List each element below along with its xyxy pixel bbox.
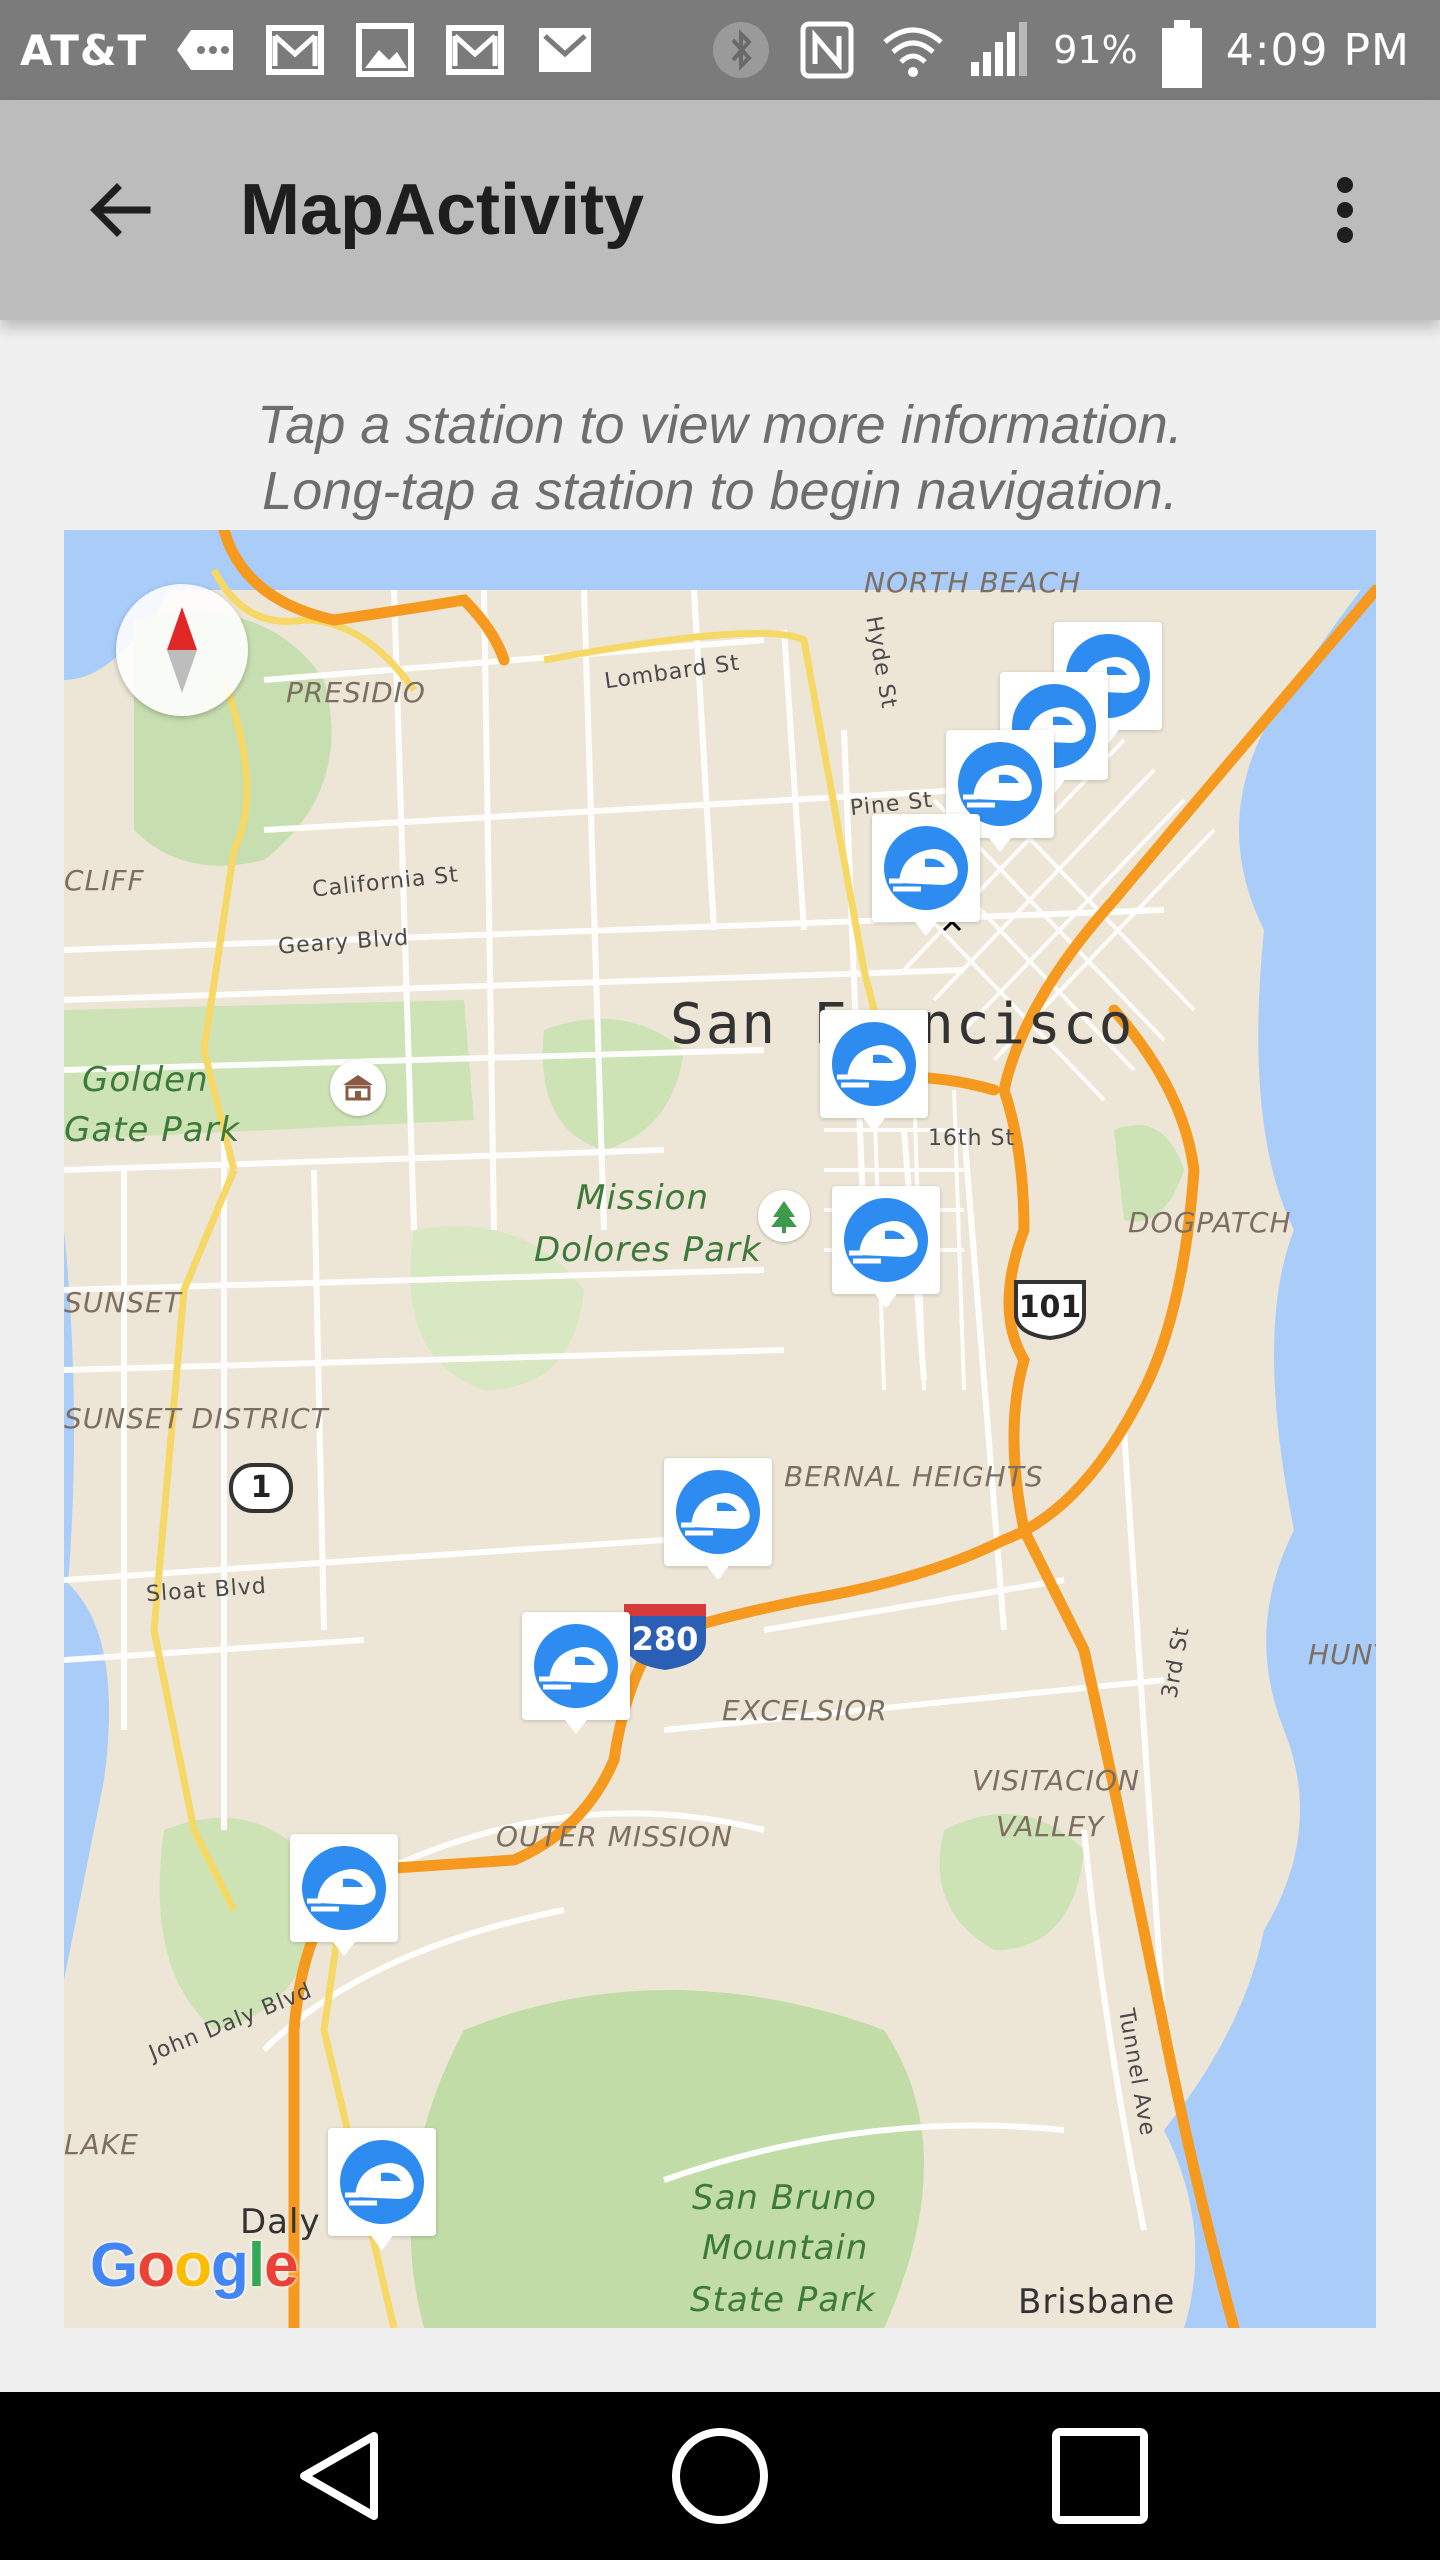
- shield-us101-label: 101: [1018, 1290, 1082, 1325]
- arrow-back-icon: [90, 183, 151, 237]
- train-station-icon: [340, 2140, 424, 2224]
- shield-ca1: 1: [228, 1462, 294, 1514]
- navigation-bar: [0, 2392, 1440, 2560]
- shield-ca1-label: 1: [250, 1470, 272, 1505]
- label-brisbane: Brisbane: [1018, 2282, 1176, 2322]
- train-station-icon: [844, 1198, 928, 1282]
- station-marker-pointer: [562, 1716, 590, 1734]
- train-station-icon: [302, 1846, 386, 1930]
- station-marker-pointer: [912, 918, 940, 936]
- station-marker-pointer: [986, 834, 1014, 852]
- label-presidio: PRESIDIO: [286, 676, 426, 709]
- label-lake: LAKE: [64, 2128, 139, 2161]
- park-tree-icon[interactable]: [758, 1190, 810, 1242]
- label-sunset: SUNSET: [64, 1286, 182, 1319]
- station-marker-card: [290, 1834, 398, 1942]
- station-marker-card: [664, 1458, 772, 1566]
- gmail-icon: [263, 20, 327, 80]
- station-marker[interactable]: [872, 814, 980, 940]
- label-golden-gate-park-1: Golden: [82, 1060, 209, 1100]
- status-bar-right: 91% 4:09 PM: [709, 0, 1410, 100]
- station-marker[interactable]: [664, 1458, 772, 1584]
- screen: AT&T 91% 4:09 PM MapActivity Tap a stati…: [0, 0, 1440, 2560]
- station-marker-card: [832, 1186, 940, 1294]
- nav-recents-button[interactable]: [1040, 2426, 1160, 2526]
- station-marker[interactable]: [290, 1834, 398, 1960]
- label-dogpatch: DOGPATCH: [1128, 1206, 1292, 1239]
- museum-icon[interactable]: [330, 1060, 386, 1116]
- station-marker-card: [522, 1612, 630, 1720]
- wifi-icon: [881, 20, 945, 80]
- back-button[interactable]: [60, 150, 180, 270]
- station-marker-pointer: [860, 1114, 888, 1132]
- status-bar: AT&T 91% 4:09 PM: [0, 0, 1440, 100]
- shield-us101: 101: [1010, 1278, 1090, 1340]
- station-marker[interactable]: [820, 1010, 928, 1136]
- street-16th: 16th St: [928, 1126, 1016, 1151]
- page-title: MapActivity: [240, 170, 645, 250]
- instructions-text: Tap a station to view more information. …: [0, 392, 1440, 524]
- label-san-bruno-3: State Park: [690, 2280, 876, 2320]
- bluetooth-icon: [709, 20, 773, 80]
- compass-icon: [167, 607, 197, 693]
- label-sunset-district: SUNSET DISTRICT: [64, 1402, 329, 1435]
- label-north-beach: NORTH BEACH: [864, 566, 1082, 599]
- train-station-icon: [534, 1624, 618, 1708]
- battery-icon: [1160, 20, 1204, 88]
- label-san-bruno-1: San Bruno: [692, 2178, 877, 2218]
- station-marker-card: [820, 1010, 928, 1118]
- more-vert-icon: [1337, 177, 1353, 243]
- label-outer-mission: OUTER MISSION: [496, 1820, 733, 1853]
- label-hunt: HUNT: [1308, 1638, 1376, 1671]
- nav-back-icon: [300, 2432, 378, 2520]
- nav-home-icon: [672, 2428, 768, 2524]
- label-golden-gate-park-2: Gate Park: [64, 1110, 241, 1150]
- compass-button[interactable]: [116, 584, 248, 716]
- station-marker-pointer: [368, 2232, 396, 2250]
- signal-icon: [967, 20, 1031, 80]
- station-marker-pointer: [330, 1938, 358, 1956]
- label-cliff: CLIFF: [64, 864, 145, 897]
- station-marker[interactable]: [522, 1612, 630, 1738]
- gmail-icon: [443, 20, 507, 80]
- app-bar: MapActivity: [0, 100, 1440, 320]
- nav-back-button[interactable]: [280, 2426, 400, 2526]
- status-bar-left: AT&T: [20, 0, 597, 100]
- clock: 4:09 PM: [1225, 24, 1410, 76]
- label-visitacion-1: VISITACION: [972, 1764, 1140, 1797]
- shield-i280-label: 280: [631, 1620, 699, 1658]
- google-logo: Google: [90, 2231, 299, 2300]
- overflow-menu-button[interactable]: [1290, 150, 1400, 270]
- map-view[interactable]: NORTH BEACH PRESIDIO CLIFF Golden Gate P…: [64, 530, 1376, 2328]
- station-marker-card: [328, 2128, 436, 2236]
- label-excelsior: EXCELSIOR: [722, 1694, 888, 1727]
- label-bernal-heights: BERNAL HEIGHTS: [784, 1460, 1044, 1493]
- train-station-icon: [832, 1022, 916, 1106]
- train-station-icon: [676, 1470, 760, 1554]
- train-station-icon: [884, 826, 968, 910]
- label-san-bruno-2: Mountain: [702, 2228, 869, 2268]
- carrier-label: AT&T: [20, 25, 148, 75]
- label-mission-dolores-2: Dolores Park: [534, 1230, 762, 1270]
- nav-recents-icon: [1052, 2428, 1148, 2524]
- station-marker-card: [872, 814, 980, 922]
- shield-i280: 280: [618, 1600, 712, 1672]
- message-icon: [173, 20, 237, 80]
- station-marker-pointer: [872, 1290, 900, 1308]
- battery-percent: 91%: [1053, 28, 1138, 72]
- station-marker[interactable]: [328, 2128, 436, 2254]
- nfc-icon: [795, 20, 859, 80]
- image-icon: [353, 20, 417, 80]
- gmail-icon: [533, 20, 597, 80]
- label-mission-dolores-1: Mission: [576, 1178, 710, 1218]
- instructions-line-1: Tap a station to view more information.: [257, 395, 1183, 455]
- label-visitacion-2: VALLEY: [996, 1810, 1105, 1843]
- station-marker-pointer: [704, 1562, 732, 1580]
- station-marker[interactable]: [832, 1186, 940, 1312]
- instructions-line-2: Long-tap a station to begin navigation.: [262, 461, 1178, 521]
- nav-home-button[interactable]: [660, 2426, 780, 2526]
